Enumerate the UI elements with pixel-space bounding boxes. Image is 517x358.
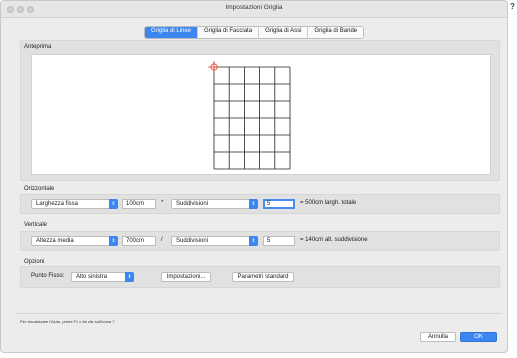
window-title: Impostazioni Griglia	[225, 4, 283, 11]
orizzontale-count-input[interactable]: 5	[263, 199, 295, 209]
title-bar: Impostazioni Griglia	[1, 1, 507, 18]
verticale-mode-select[interactable]: Altezza media ⇕	[31, 236, 118, 246]
divider	[15, 313, 501, 314]
cancel-button[interactable]: Annulla	[420, 332, 456, 342]
help-icon[interactable]: ?	[510, 2, 517, 11]
tab-griglia-di-facciata[interactable]: Griglia di Facciata	[198, 27, 260, 38]
verticale-label: Verticale	[24, 222, 48, 228]
punto-fisso-label: Punto Fisso:	[31, 273, 65, 279]
orizzontale-mode-select[interactable]: Larghezza fissa ⇕	[31, 199, 118, 209]
status-message: Per visualizzare l'Aiuto, premi F1 o fai…	[20, 319, 115, 324]
impostazioni-button[interactable]: Impostazioni...	[161, 272, 211, 282]
orizzontale-size-input[interactable]: 100cm	[122, 199, 156, 209]
origin-crosshair-icon[interactable]	[208, 61, 220, 73]
grid-settings-dialog: Impostazioni Griglia Griglia di Linee Gr…	[0, 0, 508, 353]
orizzontale-result: = 500cm largh. totale	[300, 200, 357, 206]
orizzontale-mode-value: Larghezza fissa	[36, 201, 79, 207]
preview-canvas	[31, 54, 491, 175]
tab-griglia-di-linee[interactable]: Griglia di Linee	[145, 27, 199, 38]
punto-fisso-value: Alto sinistra	[76, 274, 108, 280]
verticale-method-value: Suddivisioni	[176, 238, 209, 244]
tab-griglia-di-assi[interactable]: Griglia di Assi	[259, 27, 309, 38]
verticale-operator: /	[161, 237, 163, 243]
verticale-count-input[interactable]: 5	[263, 236, 295, 246]
verticale-method-select[interactable]: Suddivisioni ⇕	[171, 236, 258, 246]
ok-button[interactable]: OK	[460, 332, 497, 342]
chevron-updown-icon: ⇕	[109, 236, 118, 246]
orizzontale-operator: *	[161, 200, 164, 206]
opzioni-label: Opzioni	[24, 259, 45, 265]
punto-fisso-select[interactable]: Alto sinistra ⇕	[71, 272, 134, 282]
orizzontale-method-select[interactable]: Suddivisioni ⇕	[171, 199, 258, 209]
chevron-updown-icon: ⇕	[249, 199, 258, 209]
parametri-standard-button[interactable]: Parametri standard	[232, 272, 294, 282]
chevron-updown-icon: ⇕	[249, 236, 258, 246]
chevron-updown-icon: ⇕	[109, 199, 118, 209]
verticale-size-input[interactable]: 700cm	[122, 236, 156, 246]
chevron-updown-icon: ⇕	[125, 272, 134, 282]
preview-label: Anteprima	[24, 44, 52, 50]
tab-bar: Griglia di Linee Griglia di Facciata Gri…	[144, 26, 365, 39]
orizzontale-method-value: Suddivisioni	[176, 201, 209, 207]
verticale-result: = 140cm alt. suddivisione	[300, 237, 368, 243]
orizzontale-label: Orizzontale	[24, 186, 55, 192]
verticale-mode-value: Altezza media	[36, 238, 74, 244]
tab-griglia-di-bande[interactable]: Griglia di Bande	[308, 27, 364, 38]
grid-preview	[208, 61, 291, 170]
